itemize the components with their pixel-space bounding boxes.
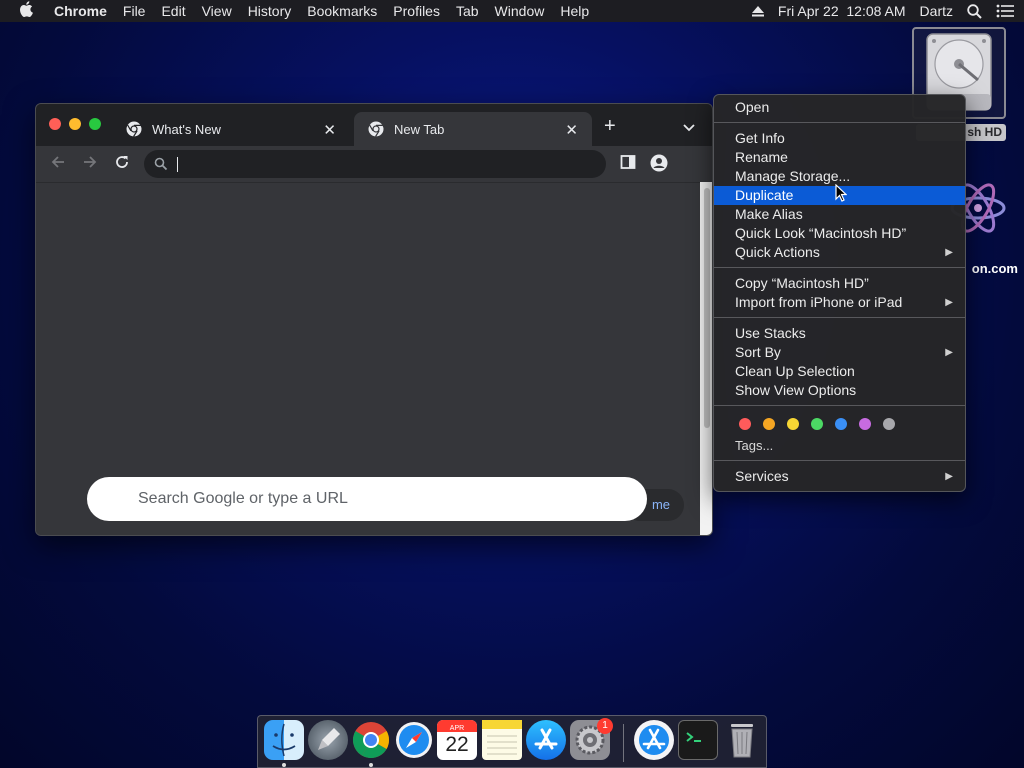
menu-separator <box>714 122 965 123</box>
menu-history[interactable]: History <box>240 3 300 19</box>
chrome-window: What's New ✕ New Tab ✕ + me Search Googl… <box>35 103 713 536</box>
menu-view[interactable]: View <box>194 3 240 19</box>
menu-item-sort-by[interactable]: Sort By ▶ <box>714 343 965 362</box>
menu-item-open[interactable]: Open <box>714 98 965 117</box>
menu-app-name[interactable]: Chrome <box>52 3 115 19</box>
launchpad-dock-icon[interactable] <box>308 720 348 760</box>
menu-item-label: Services <box>735 468 789 484</box>
submenu-arrow-icon: ▶ <box>945 471 953 482</box>
submenu-arrow-icon: ▶ <box>945 247 953 258</box>
tag-color-dot[interactable] <box>883 418 895 430</box>
tab-search-chevron-icon[interactable] <box>683 119 695 135</box>
running-indicator <box>282 763 286 767</box>
menu-profiles[interactable]: Profiles <box>385 3 448 19</box>
safari-dock-icon[interactable] <box>394 720 434 760</box>
finder-dock-icon[interactable] <box>264 720 304 760</box>
close-tab-icon[interactable]: ✕ <box>323 121 336 139</box>
menu-item-import-from-iphone[interactable]: Import from iPhone or iPad ▶ <box>714 293 965 312</box>
menu-separator <box>714 267 965 268</box>
menu-file[interactable]: File <box>115 3 154 19</box>
dock: APR 22 1 <box>257 715 767 768</box>
tab-whats-new[interactable]: What's New ✕ <box>112 112 350 146</box>
eject-icon[interactable] <box>751 5 764 17</box>
menu-tab[interactable]: Tab <box>448 3 487 19</box>
notification-badge: 1 <box>597 718 613 734</box>
menu-item-label: Import from iPhone or iPad <box>735 294 903 310</box>
menu-help[interactable]: Help <box>552 3 597 19</box>
menu-window[interactable]: Window <box>487 3 553 19</box>
menu-separator <box>714 317 965 318</box>
menu-item-make-alias[interactable]: Make Alias <box>714 205 965 224</box>
menu-item-clean-up-selection[interactable]: Clean Up Selection <box>714 362 965 381</box>
address-bar[interactable] <box>144 150 606 178</box>
tag-color-dot[interactable] <box>739 418 751 430</box>
menu-edit[interactable]: Edit <box>153 3 193 19</box>
profile-avatar-icon[interactable] <box>650 154 668 175</box>
chrome-toolbar <box>36 146 712 182</box>
menu-separator <box>714 405 965 406</box>
tag-color-dot[interactable] <box>835 418 847 430</box>
tab-strip: What's New ✕ New Tab ✕ + <box>36 104 712 146</box>
back-arrow-icon[interactable] <box>50 154 66 173</box>
notification-center-icon[interactable] <box>996 4 1014 18</box>
menu-item-services[interactable]: Services ▶ <box>714 467 965 486</box>
forward-arrow-icon[interactable] <box>82 154 98 173</box>
menu-item-label: Quick Actions <box>735 244 820 260</box>
tab-title: What's New <box>152 121 221 137</box>
tag-color-dot[interactable] <box>811 418 823 430</box>
tag-color-dot[interactable] <box>787 418 799 430</box>
app-store-dock-icon[interactable] <box>526 720 566 760</box>
menu-item-rename[interactable]: Rename <box>714 148 965 167</box>
close-tab-icon[interactable]: ✕ <box>565 121 578 139</box>
clock[interactable]: Fri Apr 22 12:08 AM <box>778 3 906 19</box>
search-icon <box>154 157 168 171</box>
trash-dock-icon[interactable] <box>722 720 762 760</box>
chrome-dock-icon[interactable] <box>351 720 391 760</box>
tab-new-tab[interactable]: New Tab ✕ <box>354 112 592 146</box>
ntp-search-box[interactable]: Search Google or type a URL <box>87 477 647 521</box>
side-panel-icon[interactable] <box>620 154 636 173</box>
menu-item-quick-look[interactable]: Quick Look “Macintosh HD” <box>714 224 965 243</box>
spotlight-search-icon[interactable] <box>967 3 982 19</box>
mouse-pointer-icon <box>835 183 848 205</box>
app-store-download-dock-icon[interactable] <box>634 720 674 760</box>
chrome-favicon-icon <box>126 121 142 137</box>
tag-color-dot[interactable] <box>859 418 871 430</box>
menu-item-use-stacks[interactable]: Use Stacks <box>714 324 965 343</box>
menu-item-quick-actions[interactable]: Quick Actions ▶ <box>714 243 965 262</box>
calendar-dock-icon[interactable]: APR 22 <box>437 720 477 760</box>
tag-color-row <box>714 412 965 436</box>
dock-divider <box>623 724 624 762</box>
apple-menu-icon[interactable] <box>0 1 52 21</box>
menu-item-show-view-options[interactable]: Show View Options <box>714 381 965 400</box>
chrome-favicon-icon <box>368 121 384 137</box>
running-indicator <box>369 763 373 767</box>
tab-title: New Tab <box>394 121 445 137</box>
minimize-window-button[interactable] <box>69 118 81 130</box>
terminal-dock-icon[interactable] <box>678 720 718 760</box>
text-caret <box>177 157 178 172</box>
tag-color-dot[interactable] <box>763 418 775 430</box>
notes-dock-icon[interactable] <box>482 720 522 760</box>
zoom-window-button[interactable] <box>89 118 101 130</box>
menu-item-get-info[interactable]: Get Info <box>714 129 965 148</box>
menu-bar: Chrome File Edit View History Bookmarks … <box>0 0 1024 22</box>
user-name[interactable]: Dartz <box>920 3 953 19</box>
menu-item-label: Sort By <box>735 344 781 360</box>
menu-bookmarks[interactable]: Bookmarks <box>299 3 385 19</box>
calendar-day: 22 <box>445 733 469 756</box>
new-tab-button[interactable]: + <box>604 115 616 138</box>
scrollbar-thumb[interactable] <box>704 188 710 428</box>
menu-item-tags[interactable]: Tags... <box>714 436 965 455</box>
submenu-arrow-icon: ▶ <box>945 347 953 358</box>
status-area: Fri Apr 22 12:08 AM Dartz <box>738 3 1024 19</box>
submenu-arrow-icon: ▶ <box>945 297 953 308</box>
menu-item-copy[interactable]: Copy “Macintosh HD” <box>714 274 965 293</box>
close-window-button[interactable] <box>49 118 61 130</box>
finder-context-menu: Open Get Info Rename Manage Storage... D… <box>713 94 966 492</box>
reload-icon[interactable] <box>114 154 130 173</box>
menu-separator <box>714 460 965 461</box>
